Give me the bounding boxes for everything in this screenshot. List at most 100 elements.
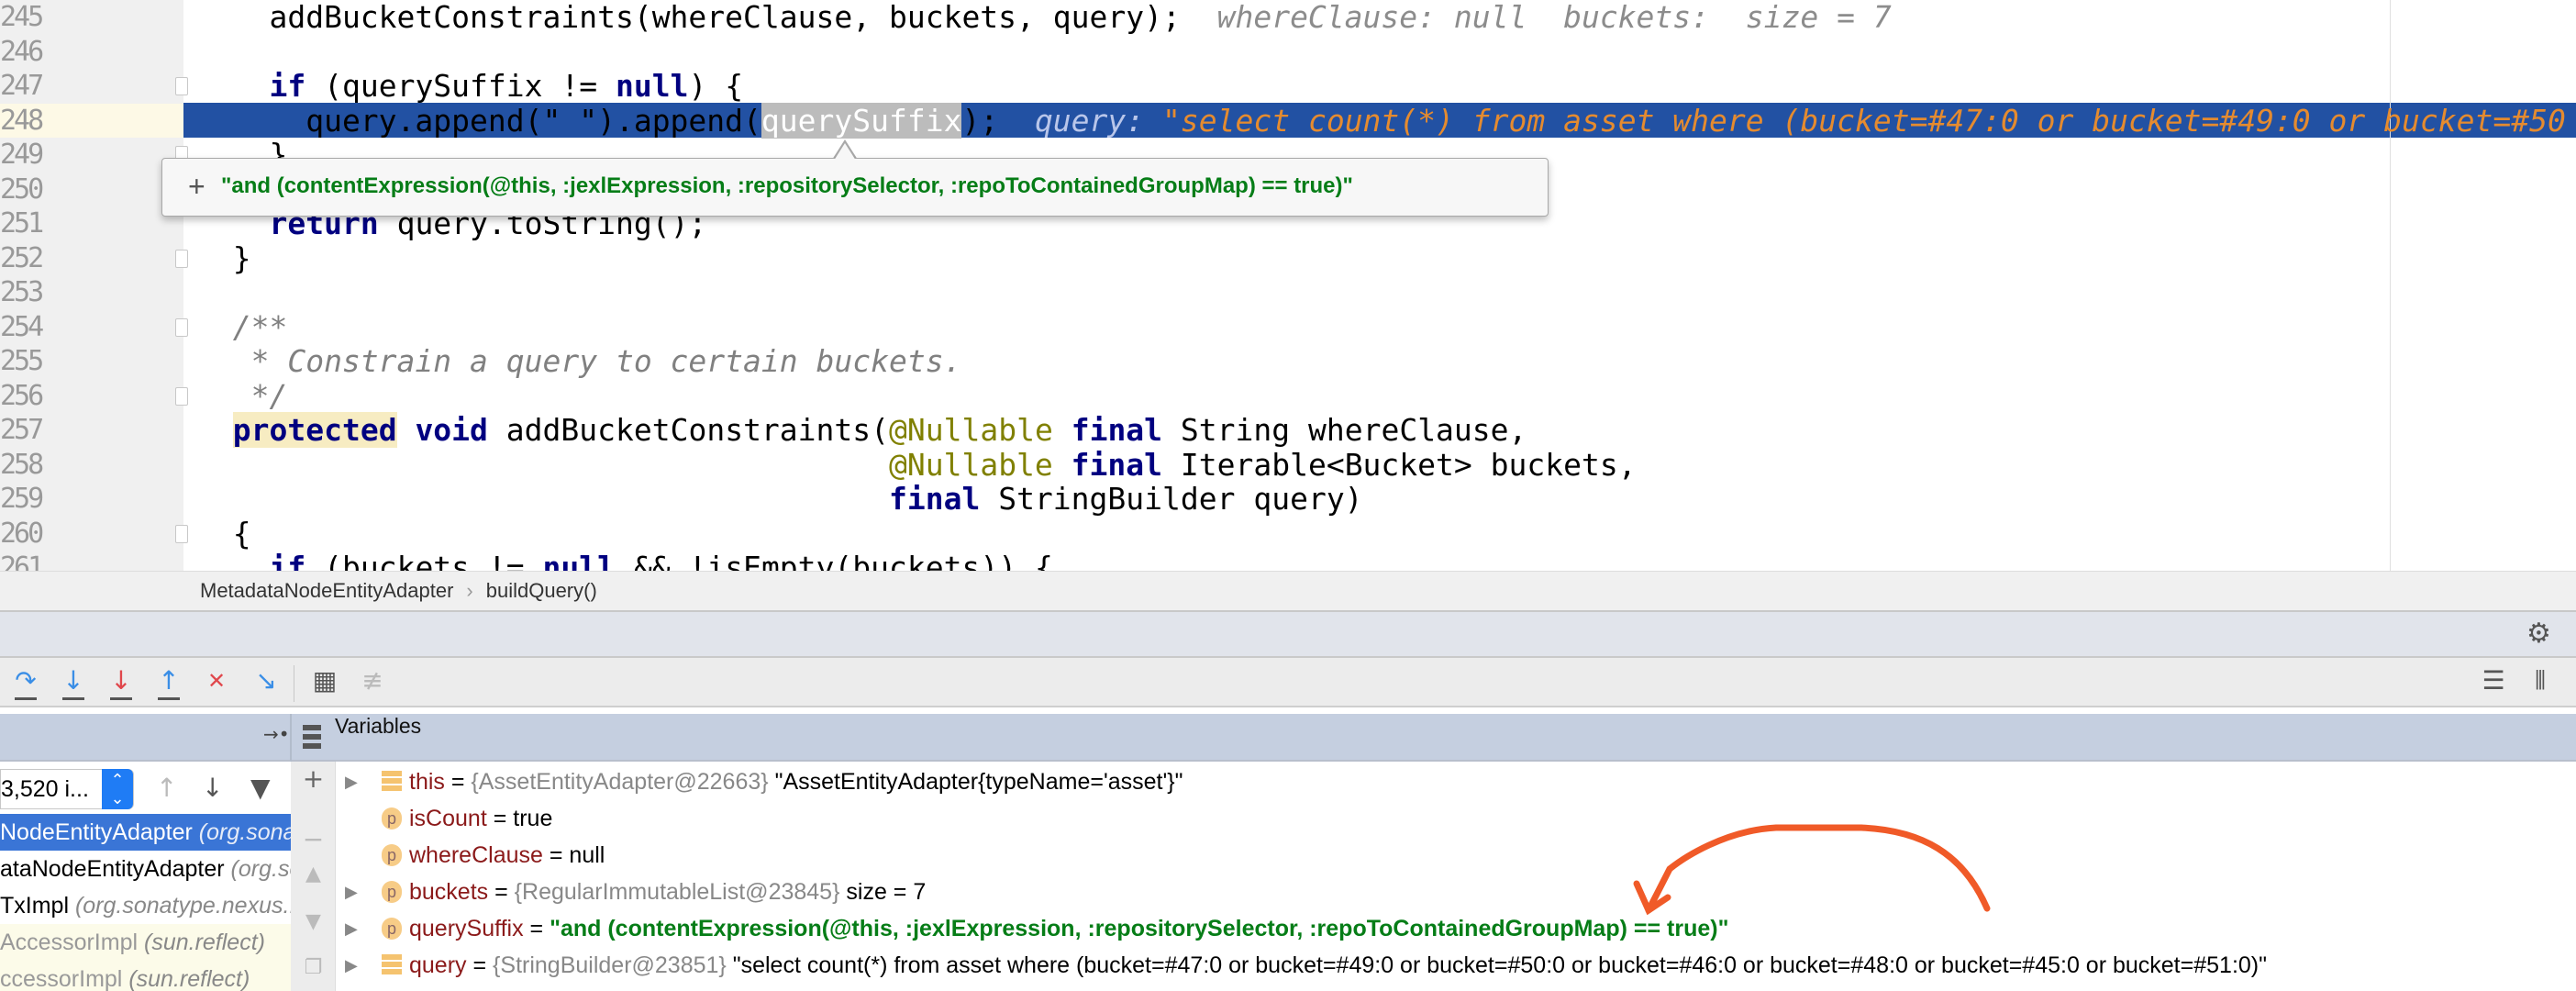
dropdown-stepper-icon[interactable]: ⌃ ⌄ — [102, 769, 133, 809]
frame-method: AccessorImpl — [0, 930, 139, 955]
next-frame-icon[interactable]: ↓ — [202, 773, 223, 803]
code-token: && !isEmpty(buckets)) { — [616, 550, 1053, 571]
variables-side-toolbar: + − ▲ ▼ ❐ — [291, 762, 336, 991]
code-token: */ — [196, 377, 288, 414]
fold-marker-icon[interactable] — [175, 386, 188, 406]
remove-watch-icon[interactable]: − — [291, 824, 336, 854]
line-number[interactable]: 259 — [0, 482, 123, 517]
code-editor[interactable]: 245 246 247 248 249 250 251 252 253 254 255 256 257 2… — [0, 0, 2576, 571]
fold-marker-icon[interactable] — [175, 249, 188, 268]
line-number[interactable]: 253 — [0, 275, 123, 310]
thread-selector-value: 3,520 i... — [1, 776, 89, 802]
expand-icon[interactable]: + — [188, 159, 205, 214]
stack-frame[interactable]: AccessorImpl (sun.reflect) — [0, 924, 291, 961]
filter-icon[interactable]: ▼ — [250, 773, 271, 803]
breadcrumb: MetadataNodeEntityAdapter › buildQuery() — [0, 571, 2576, 612]
columns-icon[interactable]: ⦀ — [2524, 665, 2557, 700]
breadcrumb-method[interactable]: buildQuery() — [486, 579, 597, 602]
frames-restore-icon[interactable]: →• — [263, 723, 290, 745]
stack-frame[interactable]: ataNodeEntityAdapter (org.sonatype.nexus… — [0, 851, 291, 887]
parameter-icon: p — [382, 807, 402, 830]
drop-frame-icon[interactable]: ✕ — [200, 665, 233, 700]
debug-tool-window-header: ⚙ — [0, 612, 2576, 658]
expand-arrow-icon[interactable]: ▶ — [345, 763, 358, 800]
line-number[interactable]: 252 — [0, 241, 123, 276]
stack-frame[interactable]: NodeEntityAdapter (org.sonatype.nexus... — [0, 814, 291, 851]
line-number[interactable]: 249 — [0, 138, 123, 173]
parameter-icon: p — [382, 881, 402, 903]
move-down-icon[interactable]: ▼ — [291, 910, 336, 933]
frame-method: TxImpl — [0, 893, 69, 919]
line-number[interactable]: 248 — [0, 103, 183, 138]
tooltip-value: "and (contentExpression(@this, :jexlExpr… — [221, 173, 1353, 198]
frame-package: (org.sonatype.nexus... — [230, 856, 291, 882]
panel-splitter[interactable] — [290, 714, 292, 762]
code-line: final StringBuilder query) — [196, 482, 1363, 517]
step-into-icon[interactable]: ↓ — [57, 665, 90, 700]
parameter-icon: p — [382, 918, 402, 940]
variable-name: query — [409, 952, 467, 978]
line-number[interactable]: 254 — [0, 310, 123, 345]
code-token: Iterable<Bucket> buckets, — [1162, 446, 1637, 483]
evaluate-expression-icon[interactable]: ▦ — [308, 665, 341, 700]
add-watch-icon[interactable]: + — [291, 763, 336, 794]
line-number[interactable]: 251 — [0, 206, 123, 241]
code-token: StringBuilder query) — [980, 481, 1363, 517]
code-token: null — [542, 550, 616, 571]
breadcrumb-class[interactable]: MetadataNodeEntityAdapter — [200, 579, 453, 602]
frame-package: (org.sonatype.nexus... — [198, 819, 291, 845]
trace-stream-icon[interactable]: ≢ — [356, 665, 389, 700]
tooltip-pointer-fill — [834, 143, 856, 161]
value-tooltip[interactable]: + "and (contentExpression(@this, :jexlEx… — [161, 158, 1549, 217]
step-over-icon[interactable]: ↷ — [9, 665, 42, 700]
frame-package: (sun.reflect) — [138, 930, 265, 955]
line-number[interactable]: 256 — [0, 379, 123, 414]
line-number-gutter[interactable]: 245 246 247 248 249 250 251 252 253 254 255 256 257 2… — [0, 0, 188, 571]
code-token: ) { — [688, 68, 744, 104]
variable-name: whereClause — [409, 842, 543, 868]
code-token: @Nullable — [889, 412, 1053, 448]
variables-tree: ▶ this = {AssetEntityAdapter@22663} "Asse… — [336, 762, 2576, 991]
line-number[interactable]: 258 — [0, 448, 123, 483]
fold-marker-icon[interactable] — [175, 524, 188, 543]
line-number[interactable]: 261 — [0, 551, 123, 571]
line-number[interactable]: 247 — [0, 69, 123, 104]
move-up-icon[interactable]: ▲ — [291, 863, 336, 885]
variable-value: "select count(*) from asset where (bucke… — [726, 952, 2267, 978]
expand-arrow-icon[interactable]: ▶ — [345, 874, 358, 910]
step-out-icon[interactable]: ↑ — [152, 665, 185, 700]
line-number[interactable]: 245 — [0, 0, 123, 35]
line-number[interactable]: 255 — [0, 344, 123, 379]
code-token: addBucketConstraints(whereClause, bucket… — [196, 0, 1181, 35]
variable-value: "and (contentExpression(@this, :jexlExpr… — [550, 916, 1729, 941]
stack-frame[interactable]: TxImpl (org.sonatype.nexus... — [0, 887, 291, 924]
frame-package: (org.sonatype.nexus... — [69, 893, 291, 919]
previous-frame-icon[interactable]: ↑ — [156, 773, 177, 803]
line-number[interactable]: 250 — [0, 173, 123, 207]
code-line: addBucketConstraints(whereClause, bucket… — [196, 0, 1891, 35]
line-number[interactable]: 257 — [0, 413, 123, 448]
thread-selector[interactable]: 3,520 i... ⌃ ⌄ — [0, 769, 134, 809]
line-number[interactable]: 246 — [0, 35, 123, 70]
stack-frame[interactable]: ccessorImpl (sun.reflect) — [0, 961, 291, 991]
code-token: protected — [232, 412, 397, 448]
restore-layout-icon[interactable]: ☰ — [2477, 665, 2510, 700]
line-number[interactable]: 260 — [0, 517, 123, 551]
expand-arrow-icon[interactable]: ▶ — [345, 947, 358, 984]
code-token: if — [269, 68, 306, 104]
fold-marker-icon[interactable] — [175, 77, 188, 95]
fold-marker-icon[interactable] — [175, 317, 188, 337]
force-step-into-icon[interactable]: ↓ — [105, 665, 138, 700]
code-token: addBucketConstraints( — [487, 412, 890, 448]
gear-icon[interactable]: ⚙ — [2526, 618, 2551, 650]
variable-value: null — [569, 842, 605, 868]
run-to-cursor-icon[interactable]: ↘ — [250, 665, 283, 700]
copy-watch-icon[interactable]: ❐ — [291, 956, 336, 979]
expand-arrow-icon[interactable]: ▶ — [345, 910, 358, 947]
code-token: String whereClause, — [1162, 412, 1527, 448]
